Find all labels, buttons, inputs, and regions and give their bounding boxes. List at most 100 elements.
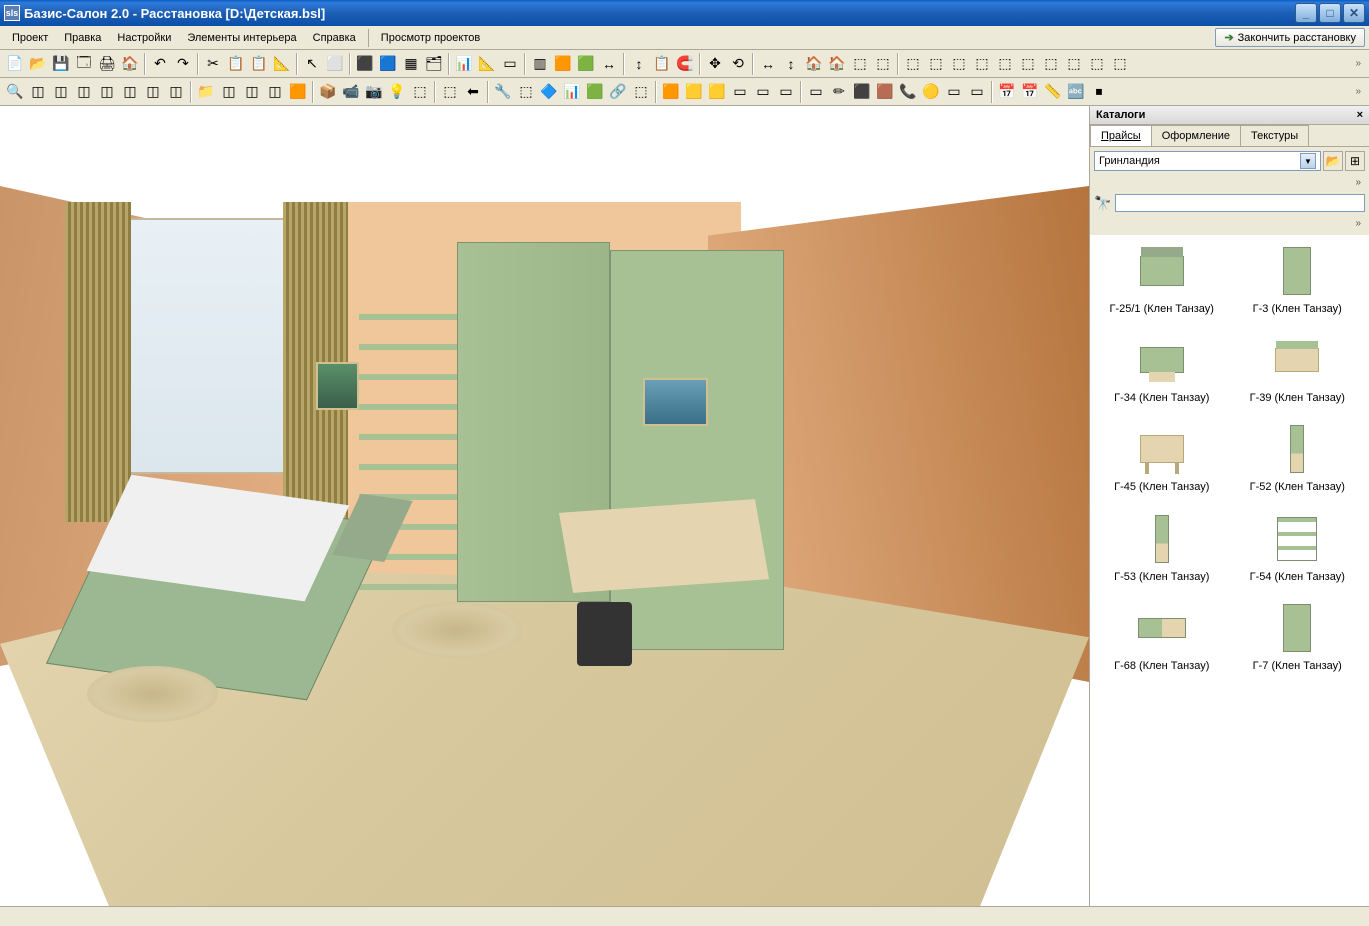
finish-layout-button[interactable]: ➔ Закончить расстановку	[1215, 28, 1365, 47]
toolbar-button[interactable]: ◫	[73, 81, 95, 103]
maximize-button[interactable]: □	[1319, 3, 1341, 23]
toolbar-button[interactable]: ⬚	[409, 81, 431, 103]
toolbar-button[interactable]: ✥	[704, 53, 726, 75]
toolbar-button[interactable]: 🏠	[826, 53, 848, 75]
toolbar-button[interactable]: 🧲	[674, 53, 696, 75]
menu-item[interactable]: Правка	[56, 29, 109, 47]
toolbar-button[interactable]: 🟡	[920, 81, 942, 103]
toolbar-button[interactable]: ▭	[499, 53, 521, 75]
toolbar-button[interactable]: ▭	[752, 81, 774, 103]
toolbar-button[interactable]: ⬜	[324, 53, 346, 75]
toolbar-button[interactable]: ◫	[165, 81, 187, 103]
toolbar-button[interactable]: ⬚	[1086, 53, 1108, 75]
toolbar-button[interactable]: ⬅	[462, 81, 484, 103]
catalog-item[interactable]: Г-45 (Клен Танзау)	[1098, 421, 1226, 494]
toolbar-button[interactable]: 🔗	[607, 81, 629, 103]
panel-close-icon[interactable]: ×	[1357, 109, 1363, 121]
toolbar-button[interactable]: 🟧	[287, 81, 309, 103]
toolbar-button[interactable]: 🟧	[660, 81, 682, 103]
toolbar-button[interactable]: 🔧	[492, 81, 514, 103]
toolbar-button[interactable]: 🟨	[706, 81, 728, 103]
panel-expand-icon[interactable]: »	[1355, 218, 1361, 229]
toolbar-button[interactable]: 📋	[225, 53, 247, 75]
toolbar-button[interactable]: ⬛	[851, 81, 873, 103]
toolbar-button[interactable]: 📅	[996, 81, 1018, 103]
toolbar-expand-icon[interactable]: »	[1351, 86, 1365, 97]
toolbar-button[interactable]: 🔷	[538, 81, 560, 103]
toolbar-button[interactable]: ⬚	[1109, 53, 1131, 75]
toolbar-button[interactable]: ⟲	[727, 53, 749, 75]
toolbar-button[interactable]: ⬚	[1017, 53, 1039, 75]
toolbar-button[interactable]: 🟫	[874, 81, 896, 103]
toolbar-button[interactable]: ◫	[142, 81, 164, 103]
toolbar-button[interactable]: 📄	[4, 53, 26, 75]
toolbar-button[interactable]: 📅	[1019, 81, 1041, 103]
toolbar-button[interactable]: 🟩	[584, 81, 606, 103]
catalog-item[interactable]: Г-52 (Клен Танзау)	[1234, 421, 1362, 494]
catalog-item[interactable]: Г-25/1 (Клен Танзау)	[1098, 243, 1226, 316]
toolbar-button[interactable]: ◫	[96, 81, 118, 103]
toolbar-button[interactable]: ▭	[966, 81, 988, 103]
toolbar-button[interactable]: ⬚	[439, 81, 461, 103]
toolbar-button[interactable]: 📞	[897, 81, 919, 103]
panel-tab[interactable]: Текстуры	[1240, 125, 1309, 146]
toolbar-button[interactable]: ▭	[729, 81, 751, 103]
panel-expand-icon[interactable]: »	[1355, 177, 1361, 188]
catalog-dropdown[interactable]: Гринландия ▼	[1094, 151, 1321, 171]
catalog-item[interactable]: Г-53 (Клен Танзау)	[1098, 511, 1226, 584]
toolbar-button[interactable]: 📹	[340, 81, 362, 103]
catalog-item[interactable]: Г-54 (Клен Танзау)	[1234, 511, 1362, 584]
catalog-item[interactable]: Г-68 (Клен Танзау)	[1098, 600, 1226, 673]
toolbar-button[interactable]: 📷	[363, 81, 385, 103]
toolbar-button[interactable]: ⬚	[925, 53, 947, 75]
tree-toggle-icon[interactable]: ⊞	[1345, 151, 1365, 171]
toolbar-button[interactable]: ⬚	[630, 81, 652, 103]
toolbar-button[interactable]: ⬚	[1040, 53, 1062, 75]
toolbar-button[interactable]: 🔍	[4, 81, 26, 103]
menu-item[interactable]: Проект	[4, 29, 56, 47]
toolbar-button[interactable]: 🖨	[96, 53, 118, 75]
panel-tab[interactable]: Оформление	[1151, 125, 1241, 146]
toolbar-expand-icon[interactable]: »	[1351, 58, 1365, 69]
toolbar-button[interactable]: ✂	[202, 53, 224, 75]
toolbar-button[interactable]: ✏	[828, 81, 850, 103]
toolbar-button[interactable]: ▭	[775, 81, 797, 103]
toolbar-button[interactable]: ◫	[218, 81, 240, 103]
catalog-item[interactable]: Г-39 (Клен Танзау)	[1234, 332, 1362, 405]
toolbar-button[interactable]: 📐	[271, 53, 293, 75]
toolbar-button[interactable]: 🏠	[803, 53, 825, 75]
toolbar-button[interactable]: ◫	[241, 81, 263, 103]
toolbar-button[interactable]: ⬚	[872, 53, 894, 75]
toolbar-button[interactable]: 📋	[248, 53, 270, 75]
catalog-item[interactable]: Г-34 (Клен Танзау)	[1098, 332, 1226, 405]
toolbar-button[interactable]: ↔	[598, 53, 620, 75]
toolbar-button[interactable]: 🟩	[575, 53, 597, 75]
toolbar-button[interactable]: 💡	[386, 81, 408, 103]
toolbar-button[interactable]: ⬚	[902, 53, 924, 75]
toolbar-button[interactable]: ⬚	[849, 53, 871, 75]
toolbar-button[interactable]: 🗂	[423, 53, 445, 75]
catalog-search-input[interactable]	[1115, 194, 1365, 212]
toolbar-button[interactable]: 📊	[453, 53, 475, 75]
toolbar-button[interactable]: ◫	[119, 81, 141, 103]
close-button[interactable]: ✕	[1343, 3, 1365, 23]
menu-item[interactable]: Настройки	[109, 29, 179, 47]
toolbar-button[interactable]: ↔	[757, 53, 779, 75]
toolbar-button[interactable]: ▦	[400, 53, 422, 75]
toolbar-button[interactable]: ⬚	[515, 81, 537, 103]
toolbar-button[interactable]: 🏠	[119, 53, 141, 75]
toolbar-button[interactable]: ⬚	[994, 53, 1016, 75]
toolbar-button[interactable]: 🗔	[73, 53, 95, 75]
minimize-button[interactable]: _	[1295, 3, 1317, 23]
catalog-item[interactable]: Г-7 (Клен Танзау)	[1234, 600, 1362, 673]
menu-view-projects[interactable]: Просмотр проектов	[373, 29, 488, 47]
toolbar-button[interactable]: ↷	[172, 53, 194, 75]
toolbar-button[interactable]: ⬚	[971, 53, 993, 75]
3d-viewport[interactable]	[0, 106, 1089, 906]
toolbar-button[interactable]: 📋	[651, 53, 673, 75]
toolbar-button[interactable]: ◫	[27, 81, 49, 103]
menu-item[interactable]: Справка	[305, 29, 364, 47]
toolbar-button[interactable]: 🟨	[683, 81, 705, 103]
toolbar-button[interactable]: ↶	[149, 53, 171, 75]
toolbar-button[interactable]: 💾	[50, 53, 72, 75]
